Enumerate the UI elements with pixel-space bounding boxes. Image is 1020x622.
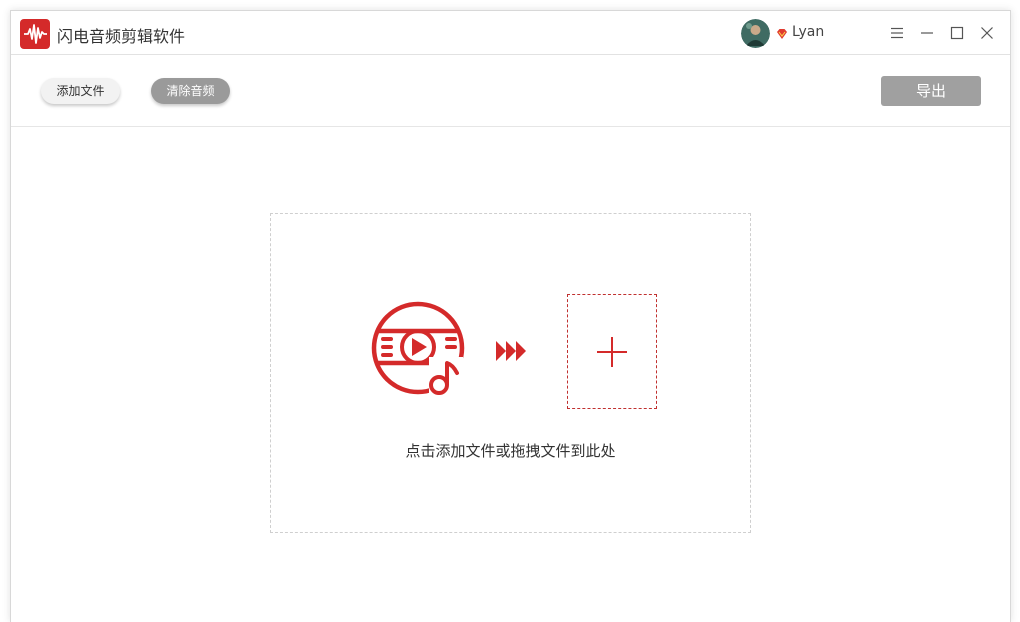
maximize-icon[interactable] xyxy=(947,23,967,43)
toolbar: 添加文件 清除音频 导出 xyxy=(11,56,1010,127)
app-window: 闪电音频剪辑软件 Lyan 添加文件 清除音频 导出 点击添加文件或拖拽文件到此… xyxy=(10,10,1011,622)
forward-arrows-icon xyxy=(495,339,527,363)
title-bar: 闪电音频剪辑软件 Lyan xyxy=(11,11,1010,55)
file-drop-zone[interactable]: 点击添加文件或拖拽文件到此处 xyxy=(270,213,751,533)
close-icon[interactable] xyxy=(977,23,997,43)
username[interactable]: Lyan xyxy=(792,24,824,40)
drop-hint-text: 点击添加文件或拖拽文件到此处 xyxy=(405,442,616,460)
avatar[interactable] xyxy=(741,19,770,48)
plus-icon xyxy=(596,336,628,368)
video-music-icon xyxy=(371,301,471,401)
menu-icon[interactable] xyxy=(887,23,907,43)
audio-wave-logo-icon xyxy=(20,19,50,49)
add-file-box[interactable] xyxy=(567,294,657,409)
app-title: 闪电音频剪辑软件 xyxy=(57,27,186,46)
clear-audio-button[interactable]: 清除音频 xyxy=(151,78,230,104)
export-button[interactable]: 导出 xyxy=(881,76,981,106)
add-file-button[interactable]: 添加文件 xyxy=(41,78,120,104)
minimize-icon[interactable] xyxy=(917,23,937,43)
vip-diamond-icon xyxy=(775,26,789,40)
